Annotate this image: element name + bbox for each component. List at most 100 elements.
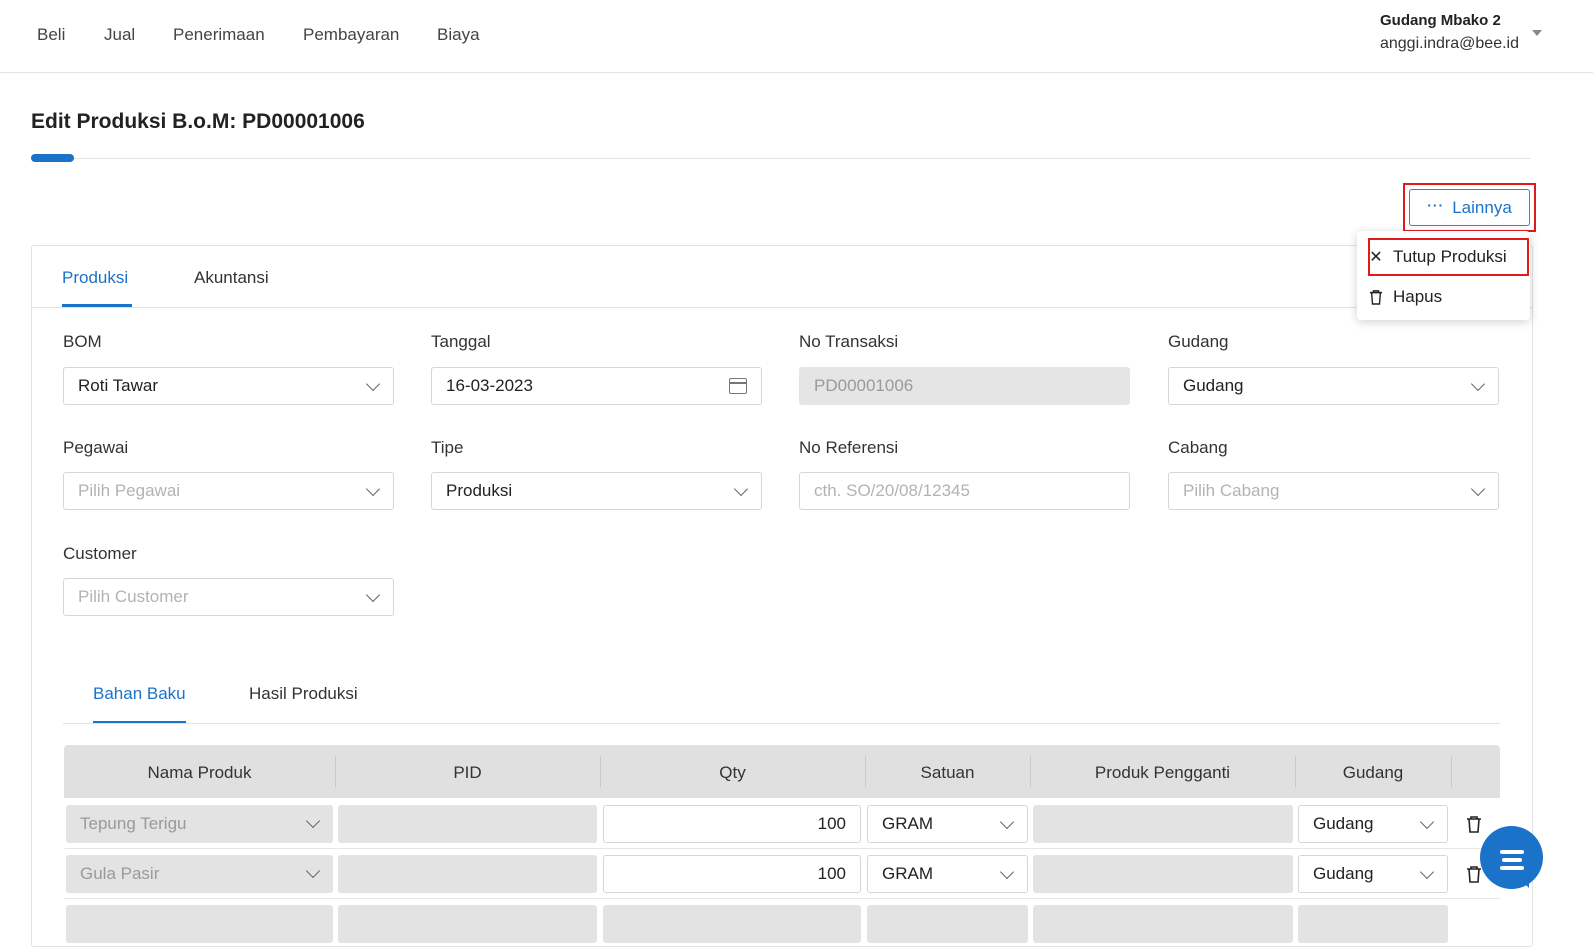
tanggal-value: 16-03-2023: [446, 376, 533, 395]
account-caret-icon[interactable]: [1532, 30, 1542, 36]
row3-qty-input[interactable]: [603, 905, 861, 943]
col-pid: PID: [453, 763, 482, 782]
row2-satuan-select[interactable]: GRAM: [867, 855, 1028, 893]
page-title: Edit Produksi B.o.M: PD00001006: [31, 110, 365, 133]
row2-satuan: GRAM: [882, 864, 933, 883]
bom-value: Roti Tawar: [78, 376, 158, 395]
cabang-label: Cabang: [1168, 438, 1228, 457]
row3-pid: [338, 905, 597, 943]
chevron-down-icon: [365, 376, 381, 392]
nav-item-beli[interactable]: Beli: [37, 25, 65, 45]
no-transaksi-value: PD00001006: [814, 376, 914, 395]
subtab-bahan-baku[interactable]: Bahan Baku: [93, 684, 186, 704]
row-divider: [64, 848, 1500, 849]
cabang-select[interactable]: Pilih Cabang: [1168, 472, 1499, 510]
more-button-highlight: ··· Lainnya: [1403, 183, 1536, 232]
pegawai-placeholder: Pilih Pegawai: [78, 481, 181, 500]
nav-item-biaya[interactable]: Biaya: [437, 25, 480, 45]
chevron-down-icon: [365, 481, 381, 497]
no-transaksi-field: PD00001006: [799, 367, 1130, 405]
account-email: anggi.indra@bee.id: [1379, 35, 1519, 52]
tipe-label: Tipe: [431, 438, 464, 457]
nav-item-jual[interactable]: Jual: [104, 25, 135, 45]
row2-nama-produk-select[interactable]: Gula Pasir: [66, 855, 333, 893]
col-gudang: Gudang: [1342, 763, 1404, 782]
menu-item-hapus-label: Hapus: [1393, 287, 1443, 306]
chevron-down-icon: [999, 814, 1015, 830]
row3-gudang-select[interactable]: [1298, 905, 1448, 943]
tab-akuntansi[interactable]: Akuntansi: [194, 268, 269, 288]
chat-icon[interactable]: [1500, 850, 1524, 874]
tipe-value: Produksi: [446, 481, 513, 500]
gudang-select[interactable]: Gudang: [1168, 367, 1499, 405]
row1-qty: 100: [817, 814, 846, 833]
title-divider: [31, 158, 1531, 159]
customer-select[interactable]: Pilih Customer: [63, 578, 394, 616]
row1-gudang-select[interactable]: Gudang: [1298, 805, 1448, 843]
bom-select[interactable]: Roti Tawar: [63, 367, 394, 405]
row3-nama-produk-select[interactable]: [66, 905, 333, 943]
row2-produk-pengganti: [1033, 855, 1293, 893]
chevron-down-icon: [365, 587, 381, 603]
row2-gudang-select[interactable]: Gudang: [1298, 855, 1448, 893]
pegawai-label: Pegawai: [63, 438, 129, 457]
gudang-label: Gudang: [1168, 332, 1229, 351]
chevron-down-icon: [733, 481, 749, 497]
trash-icon: [1369, 290, 1383, 305]
more-button[interactable]: ··· Lainnya: [1409, 189, 1530, 226]
more-button-label: Lainnya: [1452, 197, 1512, 217]
chevron-down-icon: [1419, 814, 1435, 830]
chevron-down-icon: [305, 863, 321, 879]
gudang-value: Gudang: [1183, 376, 1244, 395]
top-nav: Beli Jual Penerimaan Pembayaran Biaya Gu…: [0, 0, 1593, 73]
account-menu[interactable]: Gudang Mbako 2 anggi.indra@bee.id: [1380, 12, 1519, 53]
nav-item-pembayaran[interactable]: Pembayaran: [303, 25, 399, 45]
col-produk-pengganti: Produk Pengganti: [1094, 763, 1231, 782]
row2-nama-produk: Gula Pasir: [80, 864, 160, 883]
chevron-down-icon: [305, 813, 321, 829]
no-transaksi-label: No Transaksi: [799, 332, 899, 351]
tipe-select[interactable]: Produksi: [431, 472, 762, 510]
customer-placeholder: Pilih Customer: [78, 587, 189, 606]
tab-active-indicator: [62, 304, 132, 307]
row2-qty-input[interactable]: 100: [603, 855, 861, 893]
trash-icon[interactable]: [1466, 865, 1482, 883]
tutup-produksi-highlight: [1368, 238, 1529, 276]
col-nama-produk: Nama Produk: [147, 763, 252, 782]
subtab-hasil-produksi[interactable]: Hasil Produksi: [249, 684, 358, 704]
bom-label: BOM: [63, 332, 102, 351]
row3-produk-pengganti: [1033, 905, 1293, 943]
pegawai-select[interactable]: Pilih Pegawai: [63, 472, 394, 510]
col-separator: [1451, 756, 1452, 787]
row-divider: [64, 898, 1500, 899]
row2-qty: 100: [817, 864, 846, 883]
tanggal-datepicker[interactable]: 16-03-2023: [431, 367, 762, 405]
col-qty: Qty: [719, 763, 746, 782]
production-card: Produksi Akuntansi BOM Roti Tawar Tangga…: [31, 245, 1533, 947]
chat-button-tail: [1515, 874, 1529, 888]
row1-satuan-select[interactable]: GRAM: [867, 805, 1028, 843]
row1-nama-produk: Tepung Terigu: [80, 814, 187, 833]
chevron-down-icon: [999, 864, 1015, 880]
main-tabs: Produksi Akuntansi: [32, 246, 1532, 308]
row2-gudang: Gudang: [1313, 864, 1374, 883]
chevron-down-icon: [1470, 481, 1486, 497]
subtab-divider: [63, 723, 1500, 724]
row1-produk-pengganti: [1033, 805, 1293, 843]
no-referensi-input[interactable]: cth. SO/20/08/12345: [799, 472, 1130, 510]
chevron-down-icon: [1470, 376, 1486, 392]
row3-satuan-select[interactable]: [867, 905, 1028, 943]
ellipsis-icon: ···: [1427, 196, 1445, 213]
trash-icon[interactable]: [1466, 815, 1482, 833]
nav-item-penerimaan[interactable]: Penerimaan: [173, 25, 265, 45]
cabang-placeholder: Pilih Cabang: [1183, 481, 1280, 500]
tab-produksi[interactable]: Produksi: [62, 268, 128, 288]
row1-nama-produk-select[interactable]: Tepung Terigu: [66, 805, 333, 843]
table-header: Nama Produk PID Qty Satuan Produk Pengga…: [64, 745, 1500, 798]
menu-item-hapus[interactable]: Hapus: [1369, 287, 1442, 307]
calendar-icon[interactable]: [729, 378, 747, 394]
col-satuan: Satuan: [920, 763, 975, 782]
chevron-down-icon: [1419, 864, 1435, 880]
no-referensi-placeholder: cth. SO/20/08/12345: [814, 481, 970, 500]
row1-qty-input[interactable]: 100: [603, 805, 861, 843]
